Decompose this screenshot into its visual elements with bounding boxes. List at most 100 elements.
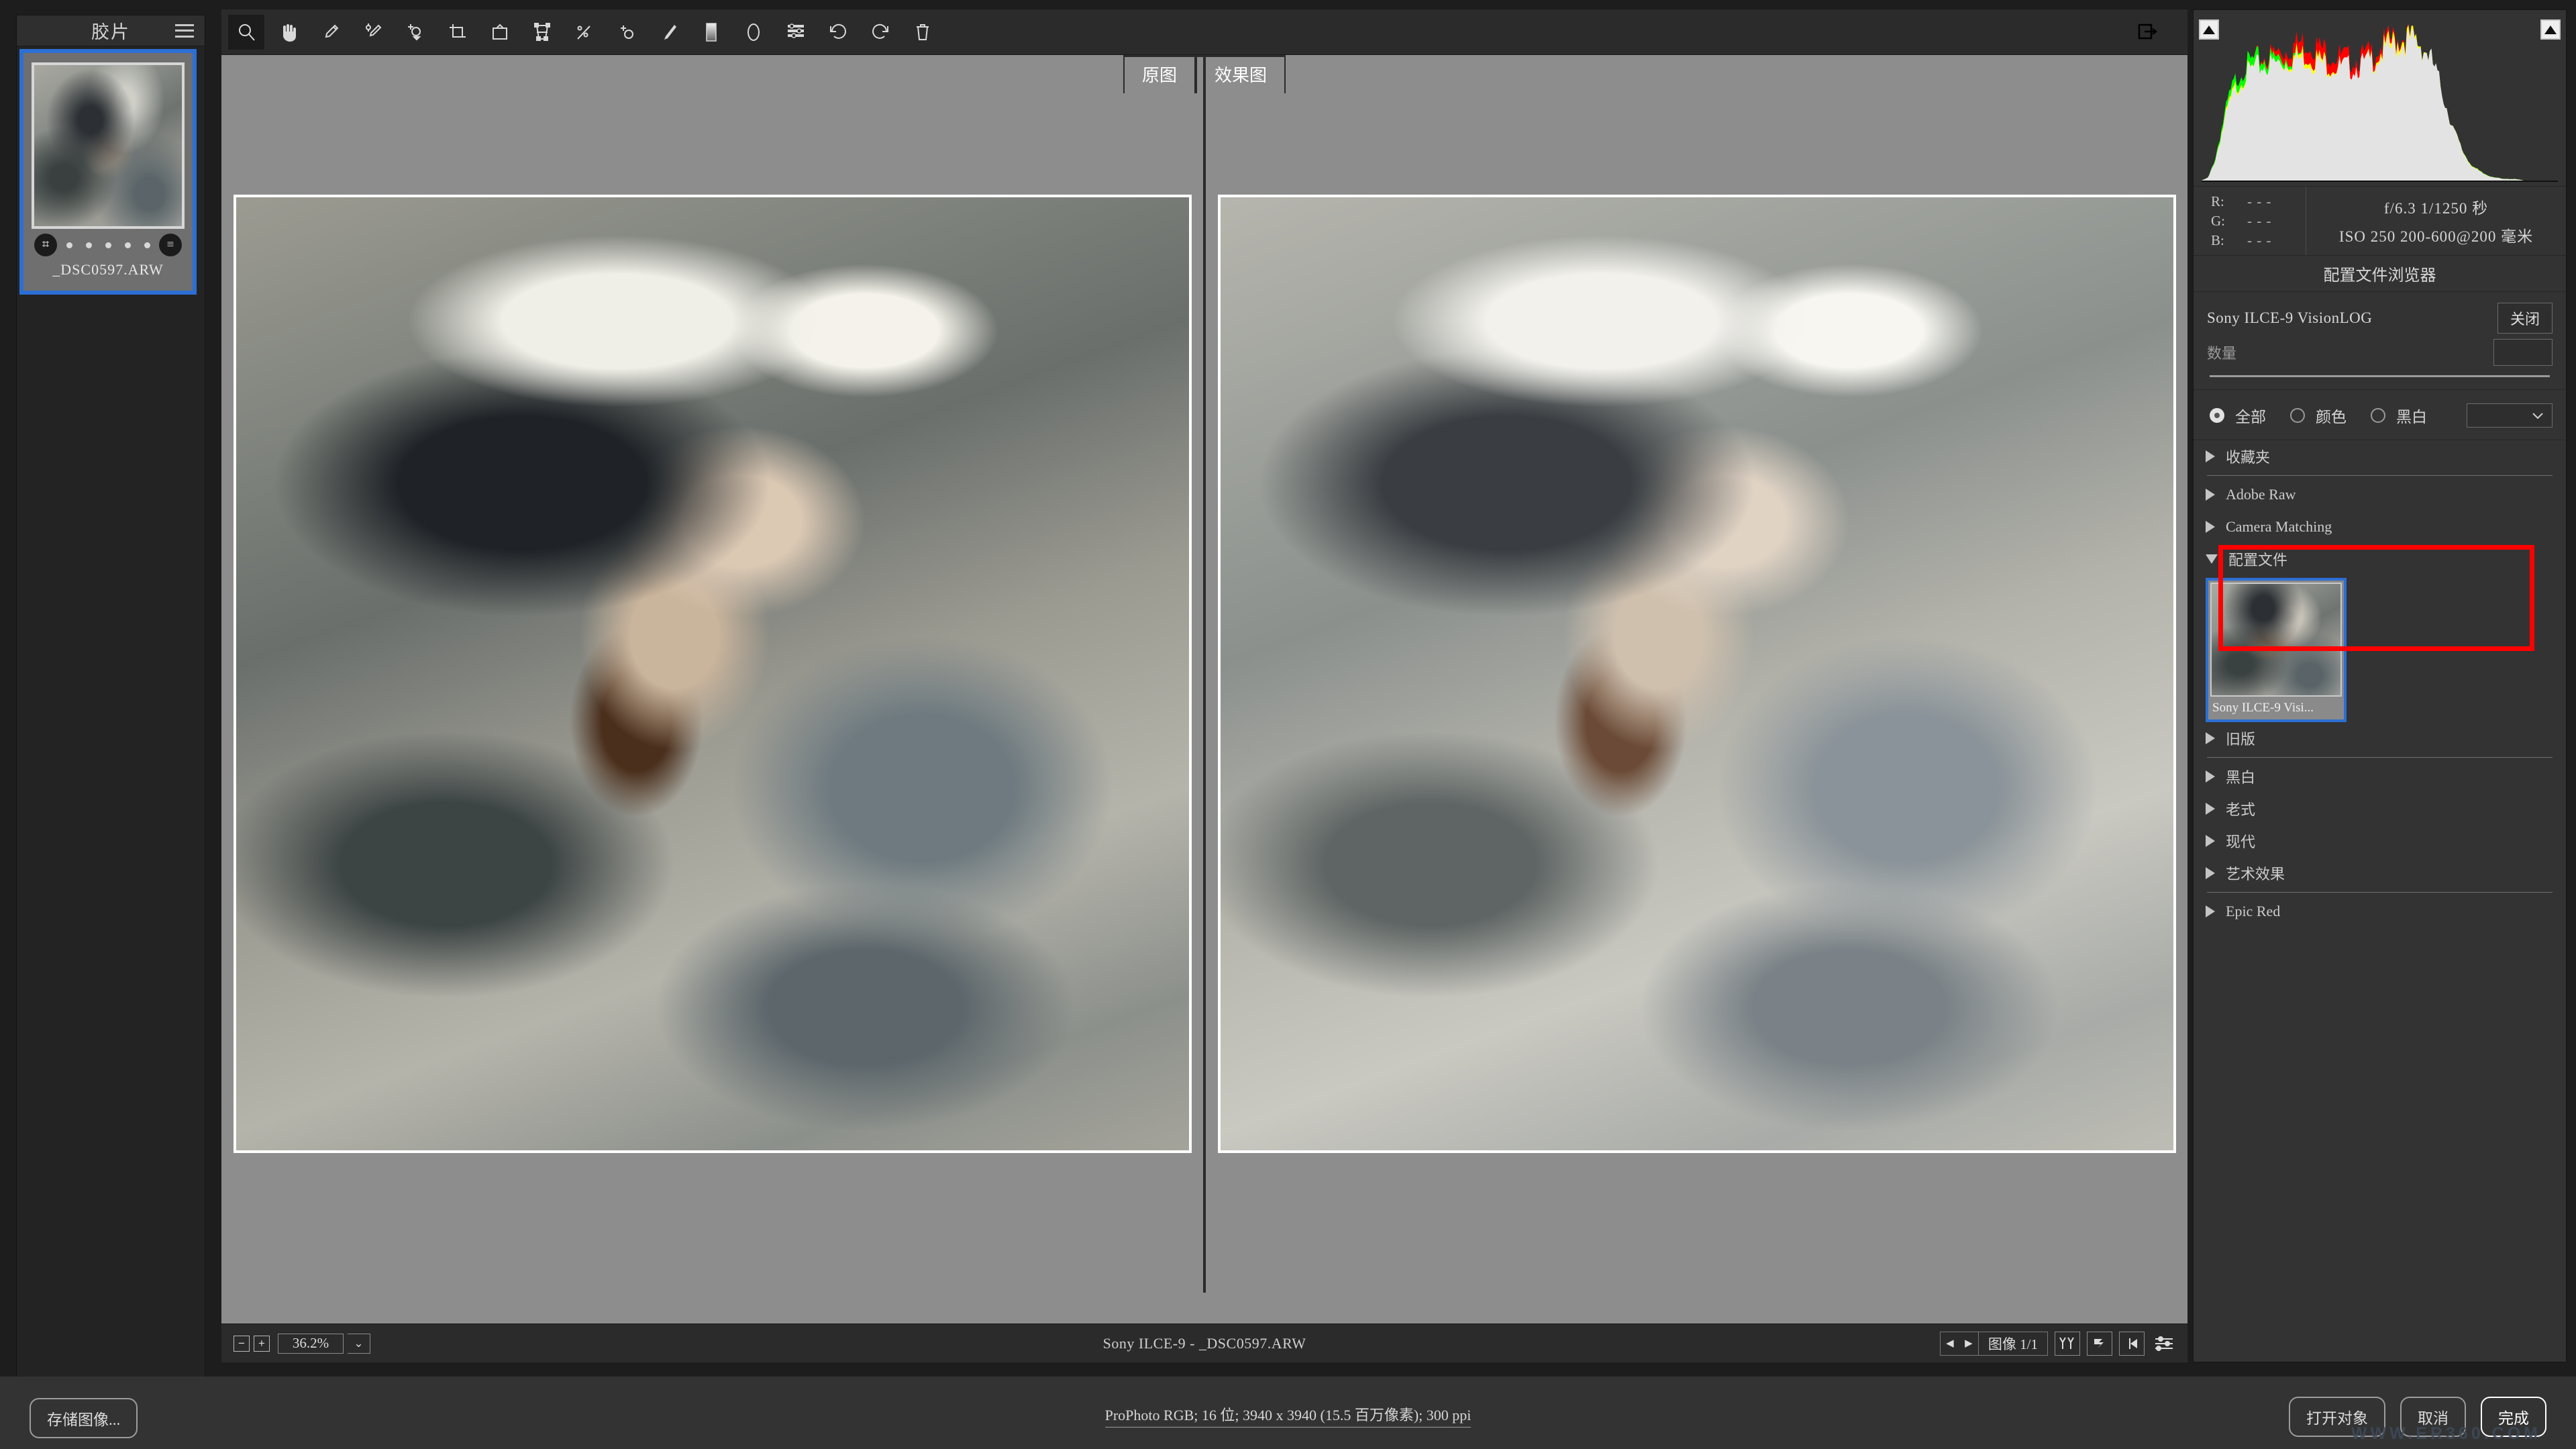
exif-info: f/6.3 1/1250 秒 ISO 250 200-600@200 毫米 [2306,187,2566,255]
profile-view-select[interactable] [2467,403,2553,428]
camera-raw-window: 胶片 ⌗ ≡ _DSC0597.ARW [0,0,2576,1449]
rgb-readout-area: R: - - - G: - - - B: - - - f/6.3 1/1250 … [2194,186,2566,256]
status-camera-file: Sony ILCE-9 - _DSC0597.ARW [1103,1335,1306,1352]
group-epic-red-label: Epic Red [2226,903,2280,920]
group-artistic[interactable]: 艺术效果 [2194,857,2566,889]
group-artistic-label: 艺术效果 [2226,862,2285,884]
prev-image-button[interactable]: ◀ [1941,1332,1959,1355]
chevron-right-icon [2206,450,2215,462]
hand-tool[interactable] [270,15,307,50]
highlight-clipping-icon[interactable] [2540,19,2561,40]
amount-slider[interactable] [2210,375,2550,377]
color-sampler-tool[interactable] [355,15,391,50]
graduated-filter-tool[interactable] [693,15,729,50]
status-bar: − + 36.2% ⌄ Sony ILCE-9 - _DSC0597.ARW ◀… [221,1323,2187,1362]
radial-filter-tool[interactable] [735,15,772,50]
presets-tool[interactable] [778,15,814,50]
next-image-button[interactable]: ▶ [1959,1332,1978,1355]
thumbnail-image [32,62,185,229]
filmstrip-thumbnail[interactable]: ⌗ ≡ _DSC0597.ARW [19,49,197,295]
group-favorites-label: 收藏夹 [2226,446,2270,467]
zoom-dropdown-caret-icon[interactable]: ⌄ [348,1334,370,1354]
pane-before[interactable] [221,55,1203,1293]
profile-tile-selected[interactable]: Sony ILCE-9 Visi... [2206,578,2347,722]
profile-tile-label: Sony ILCE-9 Visi... [2208,699,2344,719]
zoom-in-button[interactable]: + [254,1336,270,1352]
group-epic-red[interactable]: Epic Red [2194,895,2566,928]
readout-r: R: - - - [2211,193,2306,213]
before-after-toggle-icon[interactable] [2055,1332,2080,1356]
preview-panes [221,55,2187,1293]
profile-tile-thumbnail [2210,583,2342,697]
readout-g-label: G: [2211,213,2247,230]
amount-row: 数量 [2194,335,2566,366]
thumbnail-meta: ⌗ ≡ [32,229,185,261]
copy-settings-icon[interactable] [2119,1332,2145,1356]
rotate-cw-tool[interactable] [862,15,898,50]
group-modern-label: 现代 [2226,830,2255,852]
group-favorites[interactable]: 收藏夹 [2194,440,2566,472]
swap-before-after-icon[interactable] [2087,1332,2112,1356]
straighten-tool[interactable] [482,15,518,50]
radio-all-label: 全部 [2235,404,2266,427]
divider [2207,475,2553,476]
group-bw[interactable]: 黑白 [2194,760,2566,793]
close-browser-button[interactable]: 关闭 [2497,303,2553,334]
adjustment-brush-tool[interactable] [651,15,687,50]
readout-r-value: - - - [2247,193,2271,210]
toggle-fullscreen-icon[interactable] [2130,15,2166,50]
hamburger-icon[interactable] [175,24,194,38]
filmstrip-title: 胶片 [91,17,130,44]
white-balance-tool[interactable] [313,15,349,50]
rgb-readouts: R: - - - G: - - - B: - - - [2194,187,2306,255]
chevron-down-icon [2206,554,2218,564]
thumbnail-filename: _DSC0597.ARW [32,261,185,287]
spot-removal-tool[interactable] [566,15,603,50]
radio-bw[interactable] [2371,408,2385,423]
chevron-right-icon [2206,770,2215,783]
chevron-right-icon [2206,867,2215,879]
delete-tool[interactable] [905,15,941,50]
image-count-label: 图像 1/1 [1978,1332,2047,1355]
thumbnail-inner: ⌗ ≡ _DSC0597.ARW [23,53,193,291]
pane-after[interactable] [1206,55,2187,1293]
red-eye-tool[interactable] [609,15,645,50]
selected-profile-name: Sony ILCE-9 VisionLOG [2207,309,2372,327]
save-image-button[interactable]: 存储图像... [30,1398,138,1438]
group-vintage[interactable]: 老式 [2194,793,2566,825]
chevron-right-icon [2206,905,2215,917]
rotate-ccw-tool[interactable] [820,15,856,50]
group-modern[interactable]: 现代 [2194,825,2566,857]
readout-g-value: - - - [2247,213,2271,230]
zoom-tool[interactable] [228,15,264,50]
radio-all[interactable] [2210,408,2224,423]
chevron-down-icon [2532,411,2544,419]
workflow-options-link[interactable]: ProPhoto RGB; 16 位; 3940 x 3940 (15.5 百万… [1105,1403,1472,1428]
group-legacy[interactable]: 旧版 [2194,722,2566,754]
radio-color[interactable] [2290,408,2305,423]
group-profiles[interactable]: 配置文件 [2194,543,2566,575]
amount-input[interactable] [2493,339,2553,366]
readout-b-value: - - - [2247,232,2271,249]
rating-dots[interactable] [66,242,150,248]
group-adobe-raw[interactable]: Adobe Raw [2194,479,2566,511]
chevron-right-icon [2206,521,2215,533]
preferences-sliders-icon[interactable] [2151,1332,2177,1356]
zoom-out-button[interactable]: − [234,1336,250,1352]
image-workspace: 原图 效果图 [221,55,2187,1323]
exif-aperture-shutter: f/6.3 1/1250 秒 [2384,195,2488,218]
group-camera-matching[interactable]: Camera Matching [2194,511,2566,543]
group-profiles-label: 配置文件 [2228,548,2287,570]
profile-group-list: 收藏夹 Adobe Raw Camera Matching 配置文件 Sony … [2194,440,2566,928]
zoom-controls: − + 36.2% ⌄ [221,1334,370,1354]
radio-color-label: 颜色 [2316,404,2347,427]
histogram-baseline [2202,181,2558,182]
targeted-adjustment-tool[interactable] [397,15,433,50]
before-image [234,195,1192,1153]
readout-g: G: - - - [2211,213,2306,232]
zoom-level-value[interactable]: 36.2% [278,1334,344,1354]
watermark: WWW.ER360.COM [2351,1424,2541,1444]
crop-tool[interactable] [440,15,476,50]
transform-tool[interactable] [524,15,560,50]
radio-bw-label: 黑白 [2396,404,2427,427]
